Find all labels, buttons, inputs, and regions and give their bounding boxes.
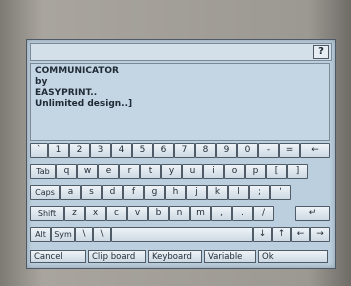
key-0[interactable]: 0	[237, 143, 258, 158]
key-y[interactable]: y	[161, 164, 182, 179]
key-r[interactable]: r	[119, 164, 140, 179]
key-q[interactable]: q	[56, 164, 77, 179]
keyboard-row-2: Tab q w e r t y u i o p [ ]	[30, 164, 330, 179]
lcd-screen: ? COMMUNICATOR by EASYPRINT.. Unlimited …	[26, 39, 336, 269]
cancel-button[interactable]: Cancel	[30, 250, 86, 263]
enter-key[interactable]: ↵	[295, 206, 330, 221]
key-l[interactable]: l	[228, 185, 249, 200]
key-4[interactable]: 4	[111, 143, 132, 158]
key-close-bracket[interactable]: ]	[287, 164, 308, 179]
key-backslash[interactable]: \	[75, 227, 93, 242]
arrow-down-key[interactable]: ↓	[253, 227, 272, 242]
key-6[interactable]: 6	[153, 143, 174, 158]
backspace-key[interactable]: ←	[300, 143, 330, 158]
key-z[interactable]: z	[64, 206, 85, 221]
key-k[interactable]: k	[207, 185, 228, 200]
key-open-bracket[interactable]: [	[266, 164, 287, 179]
title-bar: ?	[30, 43, 332, 61]
space-bar[interactable]	[111, 227, 253, 242]
key-j[interactable]: j	[186, 185, 207, 200]
help-button[interactable]: ?	[313, 45, 329, 59]
key-f[interactable]: f	[123, 185, 144, 200]
key-v[interactable]: v	[127, 206, 148, 221]
key-period[interactable]: .	[232, 206, 253, 221]
ok-button[interactable]: Ok	[258, 250, 328, 263]
key-u[interactable]: u	[182, 164, 203, 179]
key-shift[interactable]: Shift	[30, 206, 64, 221]
arrow-left-key[interactable]: ←	[291, 227, 310, 242]
keyboard-row-4: Shift z x c v b n m , . / ↵	[30, 206, 330, 221]
key-e[interactable]: e	[98, 164, 119, 179]
arrow-right-key[interactable]: →	[310, 227, 330, 242]
key-slash[interactable]: /	[253, 206, 274, 221]
key-s[interactable]: s	[81, 185, 102, 200]
text-input-area[interactable]: COMMUNICATOR by EASYPRINT.. Unlimited de…	[30, 63, 330, 141]
key-b[interactable]: b	[148, 206, 169, 221]
key-alt[interactable]: Alt	[30, 227, 51, 242]
key-5[interactable]: 5	[132, 143, 153, 158]
key-tab[interactable]: Tab	[30, 164, 56, 179]
key-x[interactable]: x	[85, 206, 106, 221]
key-n[interactable]: n	[169, 206, 190, 221]
bottom-button-bar: Cancel Clip board Keyboard Variable Ok	[30, 250, 330, 265]
key-m[interactable]: m	[190, 206, 211, 221]
key-w[interactable]: w	[77, 164, 98, 179]
key-backtick[interactable]: `	[30, 143, 48, 158]
key-i[interactable]: i	[203, 164, 224, 179]
key-7[interactable]: 7	[174, 143, 195, 158]
key-p[interactable]: p	[245, 164, 266, 179]
key-backslash-2[interactable]: \	[93, 227, 111, 242]
key-minus[interactable]: -	[258, 143, 279, 158]
key-h[interactable]: h	[165, 185, 186, 200]
key-d[interactable]: d	[102, 185, 123, 200]
arrow-up-key[interactable]: ↑	[272, 227, 291, 242]
keyboard-row-1: ` 1 2 3 4 5 6 7 8 9 0 - = ←	[30, 143, 330, 158]
key-9[interactable]: 9	[216, 143, 237, 158]
key-semicolon[interactable]: ;	[249, 185, 270, 200]
key-sym[interactable]: Sym	[51, 227, 75, 242]
variable-button[interactable]: Variable	[204, 250, 256, 263]
key-quote[interactable]: '	[270, 185, 291, 200]
keyboard-row-3: Caps a s d f g h j k l ; '	[30, 185, 330, 200]
key-a[interactable]: a	[60, 185, 81, 200]
keyboard-button[interactable]: Keyboard	[148, 250, 202, 263]
key-3[interactable]: 3	[90, 143, 111, 158]
key-c[interactable]: c	[106, 206, 127, 221]
key-8[interactable]: 8	[195, 143, 216, 158]
key-equals[interactable]: =	[279, 143, 300, 158]
key-o[interactable]: o	[224, 164, 245, 179]
key-g[interactable]: g	[144, 185, 165, 200]
key-comma[interactable]: ,	[211, 206, 232, 221]
keyboard-row-5: Alt Sym \ \ ↓ ↑ ← →	[30, 227, 330, 242]
key-caps[interactable]: Caps	[30, 185, 60, 200]
key-t[interactable]: t	[140, 164, 161, 179]
key-2[interactable]: 2	[69, 143, 90, 158]
key-1[interactable]: 1	[48, 143, 69, 158]
clipboard-button[interactable]: Clip board	[88, 250, 146, 263]
